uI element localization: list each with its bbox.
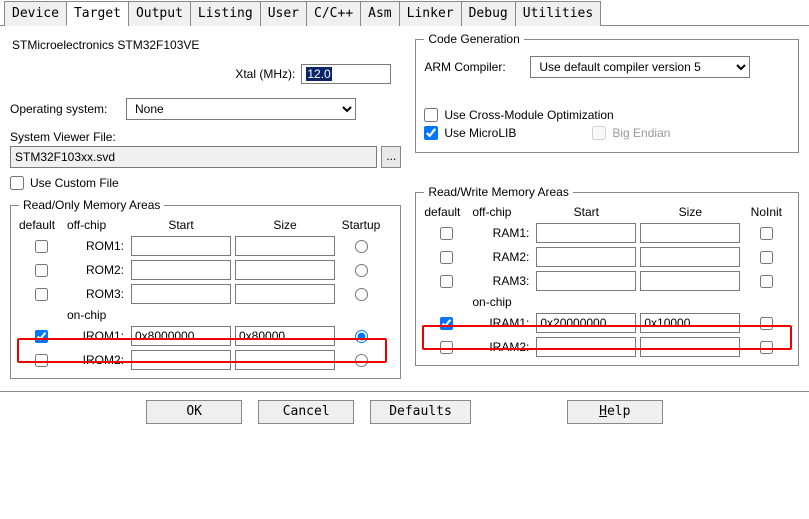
device-name: STMicroelectronics STM32F103VE	[12, 38, 401, 52]
mem-default-checkbox[interactable]	[440, 227, 453, 240]
readwrite-legend: Read/Write Memory Areas	[424, 185, 573, 199]
cross-module-checkbox[interactable]: Use Cross-Module Optimization	[424, 108, 613, 122]
mem-start-input[interactable]	[536, 313, 636, 333]
tab-utilities[interactable]: Utilities	[515, 1, 601, 26]
use-custom-file-checkbox[interactable]: Use Custom File	[10, 176, 119, 190]
os-select[interactable]: None	[126, 98, 356, 120]
code-generation: Code Generation ARM Compiler: Use defaul…	[415, 32, 799, 153]
mem-noinit-checkbox[interactable]	[760, 227, 773, 240]
tab-linker[interactable]: Linker	[399, 1, 462, 26]
mem-size-input[interactable]	[640, 247, 740, 267]
mem-noinit-checkbox[interactable]	[760, 275, 773, 288]
mem-noinit-checkbox[interactable]	[760, 251, 773, 264]
mem-default-checkbox[interactable]	[35, 240, 48, 253]
mem-size-input[interactable]	[235, 326, 335, 346]
mem-start-input[interactable]	[536, 337, 636, 357]
mem-size-input[interactable]	[640, 313, 740, 333]
mem-start-input[interactable]	[536, 247, 636, 267]
mem-size-input[interactable]	[640, 223, 740, 243]
cancel-button[interactable]: Cancel	[258, 400, 354, 424]
tab-debug[interactable]: Debug	[461, 1, 516, 26]
mem-start-input[interactable]	[131, 326, 231, 346]
mem-default-checkbox[interactable]	[440, 341, 453, 354]
mem-size-input[interactable]	[640, 271, 740, 291]
tab-strip: DeviceTargetOutputListingUserC/C++AsmLin…	[0, 0, 809, 26]
os-label: Operating system:	[10, 102, 120, 116]
svf-label: System Viewer File:	[10, 130, 401, 144]
tab-listing[interactable]: Listing	[190, 1, 261, 26]
xtal-label: Xtal (MHz):	[235, 67, 295, 81]
mem-noinit-checkbox[interactable]	[760, 341, 773, 354]
mem-size-input[interactable]	[640, 337, 740, 357]
mem-size-input[interactable]	[235, 284, 335, 304]
svf-input: STM32F103xx.svd	[10, 146, 377, 168]
svf-browse-button[interactable]: ...	[381, 146, 401, 168]
mem-default-checkbox[interactable]	[440, 275, 453, 288]
xtal-input[interactable]: 12.0	[301, 64, 391, 84]
arm-compiler-label: ARM Compiler:	[424, 60, 524, 74]
mem-start-input[interactable]	[131, 260, 231, 280]
mem-startup-radio[interactable]	[355, 354, 368, 367]
tab-target[interactable]: Target	[66, 1, 129, 26]
dialog-buttons: OK Cancel Defaults Help	[0, 391, 809, 432]
mem-startup-radio[interactable]	[355, 240, 368, 253]
mem-startup-radio[interactable]	[355, 288, 368, 301]
defaults-button[interactable]: Defaults	[370, 400, 471, 424]
tab-cc[interactable]: C/C++	[306, 1, 361, 26]
mem-start-input[interactable]	[131, 236, 231, 256]
mem-size-input[interactable]	[235, 236, 335, 256]
mem-start-input[interactable]	[131, 284, 231, 304]
mem-start-input[interactable]	[536, 271, 636, 291]
tab-device[interactable]: Device	[4, 1, 67, 26]
big-endian-checkbox: Big Endian	[592, 126, 670, 140]
readonly-legend: Read/Only Memory Areas	[19, 198, 164, 212]
codegen-legend: Code Generation	[424, 32, 523, 46]
mem-default-checkbox[interactable]	[35, 354, 48, 367]
mem-default-checkbox[interactable]	[35, 264, 48, 277]
help-button[interactable]: Help	[567, 400, 663, 424]
mem-default-checkbox[interactable]	[440, 317, 453, 330]
mem-startup-radio[interactable]	[355, 264, 368, 277]
mem-default-checkbox[interactable]	[440, 251, 453, 264]
mem-noinit-checkbox[interactable]	[760, 317, 773, 330]
arm-compiler-select[interactable]: Use default compiler version 5	[530, 56, 750, 78]
tab-output[interactable]: Output	[128, 1, 191, 26]
mem-start-input[interactable]	[536, 223, 636, 243]
readwrite-memory-areas: Read/Write Memory Areas defaultoff-chipS…	[415, 185, 799, 366]
ok-button[interactable]: OK	[146, 400, 242, 424]
readonly-memory-areas: Read/Only Memory Areas defaultoff-chipSt…	[10, 198, 401, 379]
tab-asm[interactable]: Asm	[360, 1, 399, 26]
mem-size-input[interactable]	[235, 350, 335, 370]
mem-size-input[interactable]	[235, 260, 335, 280]
mem-default-checkbox[interactable]	[35, 288, 48, 301]
mem-start-input[interactable]	[131, 350, 231, 370]
mem-startup-radio[interactable]	[355, 330, 368, 343]
tab-user[interactable]: User	[260, 1, 307, 26]
mem-default-checkbox[interactable]	[35, 330, 48, 343]
microlib-checkbox[interactable]: Use MicroLIB	[424, 126, 516, 140]
